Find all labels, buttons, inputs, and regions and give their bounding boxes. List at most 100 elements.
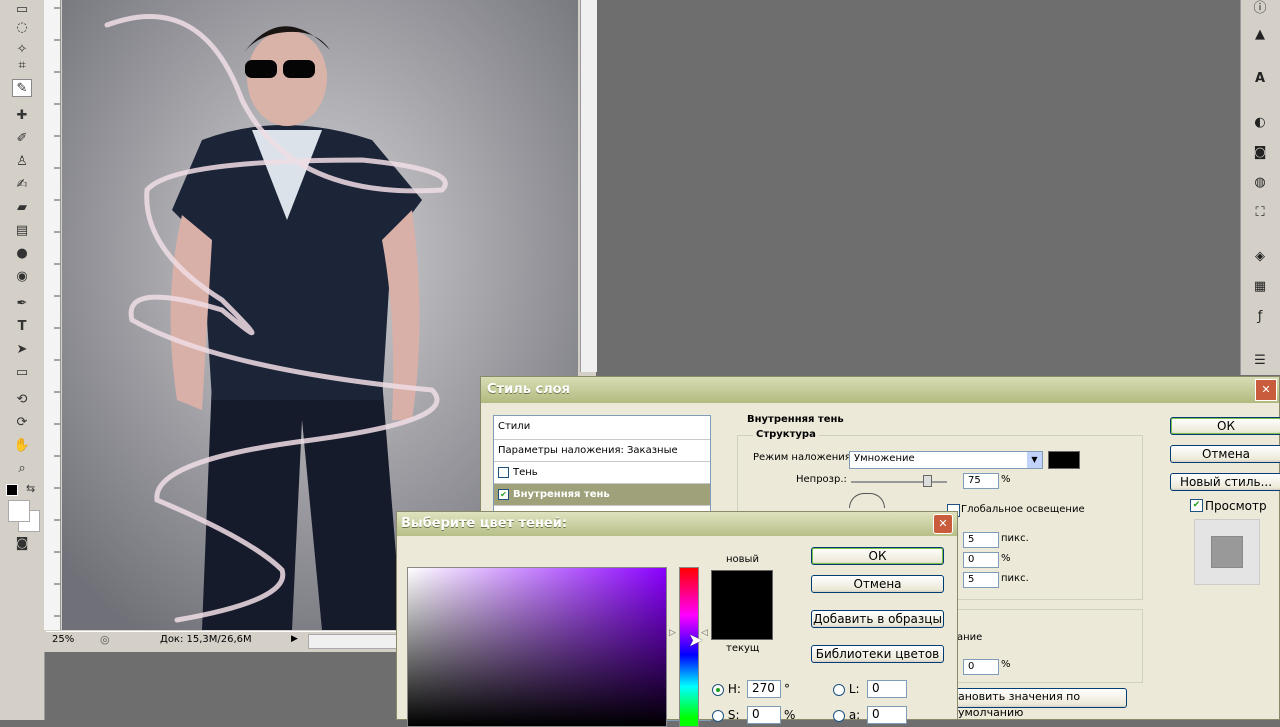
a-input[interactable]: 0 [867, 706, 907, 724]
preview-label: Просмотр [1205, 499, 1267, 513]
mouse-cursor-icon: ➤ [688, 630, 704, 651]
new-color-label: новый [726, 554, 759, 565]
quick-mask-icon[interactable]: ◙ [12, 534, 32, 552]
swap-colors-icon[interactable]: ⇆ [26, 482, 35, 495]
close-icon[interactable]: ✕ [933, 514, 953, 534]
hue-left-arrow-icon[interactable]: ▷ [669, 628, 676, 638]
brush-icon[interactable]: ✐ [12, 129, 32, 147]
blend-mode-value: Умножение [854, 453, 915, 464]
zoom-icon[interactable]: ⌕ [12, 459, 32, 477]
blend-color-swatch[interactable] [1048, 451, 1080, 469]
blend-mode-select[interactable]: Умножение ▼ [849, 451, 1043, 469]
chevron-down-icon[interactable]: ▼ [1027, 452, 1042, 468]
new-style-button[interactable]: Новый стиль... [1170, 473, 1280, 491]
eyedropper-icon[interactable]: ✎ [12, 79, 32, 97]
second-document-edge [580, 0, 597, 372]
styles-header[interactable]: Стили [494, 416, 710, 440]
opacity-label: Непрозр.: [796, 474, 847, 485]
ok-button[interactable]: ОК [811, 547, 944, 565]
healing-icon[interactable]: ✚ [12, 106, 32, 124]
foreground-color-swatch[interactable] [8, 500, 30, 522]
fx-icon[interactable]: ƒ [1249, 306, 1271, 326]
crop-icon[interactable]: ⌗ [12, 56, 32, 74]
masks-icon[interactable]: ◙ [1249, 142, 1271, 162]
l-radio[interactable] [833, 683, 845, 696]
grid-icon[interactable]: ▦ [1249, 276, 1271, 296]
h-radio[interactable] [712, 683, 724, 696]
3d-orbit-icon[interactable]: ⟳ [12, 413, 32, 431]
current-color-label: текущ [726, 643, 760, 654]
character-icon[interactable]: A [1249, 68, 1271, 88]
status-menu-icon[interactable]: ◎ [100, 633, 110, 646]
reset-default-button[interactable]: ановить значения по умолчанию [953, 688, 1127, 719]
histogram-icon[interactable]: ▲ [1249, 24, 1271, 44]
status-arrow-icon[interactable]: ▶ [291, 634, 298, 644]
pen-icon[interactable]: ✒ [12, 294, 32, 312]
ok-button[interactable]: ОК [1170, 417, 1280, 435]
style-preview-sample [1211, 536, 1243, 568]
opacity-input[interactable]: 75 [963, 473, 999, 489]
opacity-slider-thumb[interactable] [923, 475, 932, 487]
cancel-button[interactable]: Отмена [1170, 445, 1280, 463]
3d-rotate-icon[interactable]: ⟲ [12, 390, 32, 408]
style-item-inner-shadow[interactable]: ✔ Внутренняя тень [494, 484, 710, 506]
blend-mode-label: Режим наложения: [753, 452, 855, 463]
history-brush-icon[interactable]: ✍ [12, 175, 32, 193]
style-item-label: Тень [513, 467, 538, 478]
dodge-icon[interactable]: ◉ [12, 267, 32, 285]
size-input[interactable]: 5 [963, 572, 999, 588]
inner-shadow-checkbox[interactable]: ✔ [498, 488, 509, 500]
type-icon[interactable]: T [12, 317, 32, 335]
shape-icon[interactable]: ▭ [12, 363, 32, 381]
default-colors-icon[interactable] [6, 484, 18, 496]
blend-options-item[interactable]: Параметры наложения: Заказные [494, 440, 710, 462]
opacity-percent: % [1001, 474, 1011, 485]
l-input[interactable]: 0 [867, 680, 907, 698]
distance-unit: пикс. [1001, 533, 1029, 544]
choke-percent: % [1001, 553, 1011, 564]
global-light-label: Глобальное освещение [961, 504, 1085, 515]
choke-input[interactable]: 0 [963, 552, 999, 568]
size-unit: пикс. [1001, 573, 1029, 584]
eraser-icon[interactable]: ▰ [12, 198, 32, 216]
opacity-slider-track[interactable] [851, 481, 947, 483]
style-item-shadow[interactable]: Тень [494, 462, 710, 484]
adjustments-icon[interactable]: ◐ [1249, 112, 1271, 132]
info-icon[interactable]: ⓘ [1249, 0, 1271, 16]
shadow-checkbox[interactable] [498, 466, 509, 478]
noise-input[interactable]: 0 [963, 659, 999, 675]
transform-icon[interactable]: ⛶ [1249, 202, 1271, 222]
layers-icon[interactable]: ◍ [1249, 172, 1271, 192]
add-to-swatches-button[interactable]: Добавить в образцы [811, 610, 944, 628]
path-select-icon[interactable]: ➤ [12, 340, 32, 358]
hand-icon[interactable]: ✋ [12, 436, 32, 454]
panel-dock: ⓘ ▲ A ◐ ◙ ◍ ⛶ ◈ ▦ ƒ ☰ [1240, 0, 1280, 375]
layer-style-title: Стиль слоя [481, 377, 1279, 403]
noise-percent: % [1001, 659, 1011, 670]
section-title: Внутренняя тень [747, 414, 844, 425]
style-item-label: Внутренняя тень [513, 489, 610, 500]
lasso-icon[interactable]: ◌ [12, 18, 32, 36]
h-row: H: [712, 682, 741, 696]
preview-checkbox[interactable]: ✔ [1190, 499, 1203, 512]
swatches-icon[interactable]: ◈ [1249, 246, 1271, 266]
color-field[interactable] [407, 567, 667, 727]
h-input[interactable]: 270 [747, 680, 781, 698]
color-libraries-button[interactable]: Библиотеки цветов [811, 645, 944, 663]
structure-title: Структура [753, 429, 819, 440]
marquee-icon[interactable]: ▭ [12, 0, 32, 18]
distance-input[interactable]: 5 [963, 532, 999, 548]
s-input[interactable]: 0 [747, 706, 781, 724]
settings-sliders-icon[interactable]: ☰ [1249, 350, 1271, 370]
quality-label: ание [957, 632, 983, 643]
ruler-ticks [54, 7, 60, 617]
tools-panel: ▭ ◌ ✧ ⌗ ✎ ✚ ✐ ♙ ✍ ▰ ▤ ● ◉ ✒ T ➤ ▭ ⟲ ⟳ ✋ … [0, 0, 45, 720]
style-preview [1194, 519, 1260, 585]
stamp-icon[interactable]: ♙ [12, 152, 32, 170]
close-icon[interactable]: ✕ [1255, 379, 1277, 401]
l-label: L: [848, 682, 860, 696]
gradient-icon[interactable]: ▤ [12, 221, 32, 239]
cancel-button[interactable]: Отмена [811, 575, 944, 593]
blur-icon[interactable]: ● [12, 244, 32, 262]
zoom-level[interactable]: 25% [52, 634, 74, 645]
